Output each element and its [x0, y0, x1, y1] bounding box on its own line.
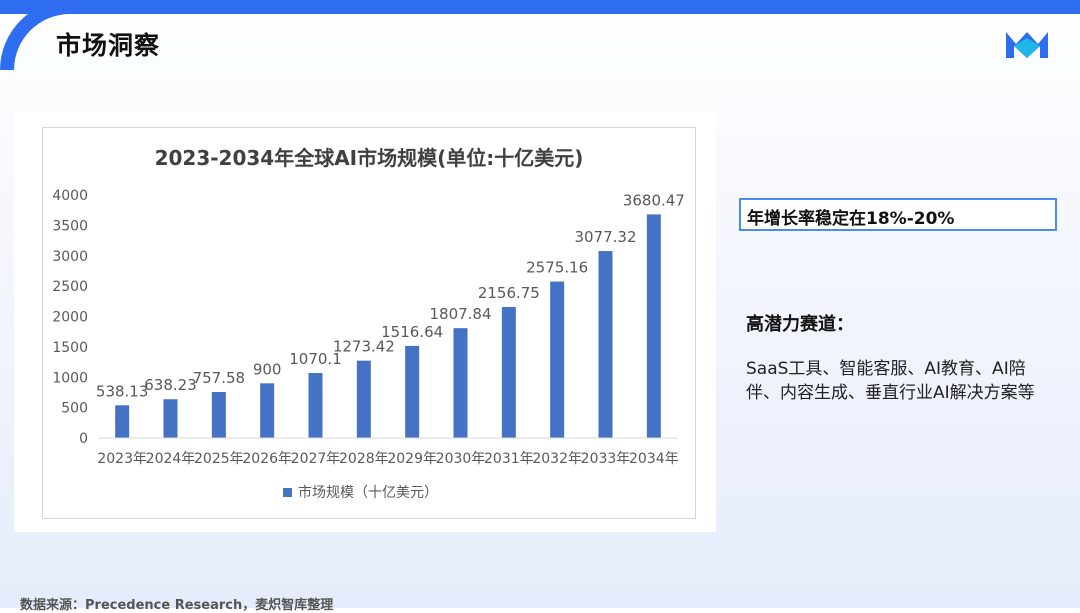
bar	[501, 306, 516, 438]
x-tick-label: 2030年	[436, 451, 486, 467]
bar	[646, 214, 661, 438]
x-tick-label: 2033年	[581, 451, 631, 467]
y-tick-label: 0	[79, 431, 88, 447]
growth-rate-highlight: 年增长率稳定在18%-20%	[739, 198, 1057, 231]
bar	[453, 328, 468, 438]
y-tick-label: 1000	[52, 370, 88, 386]
x-tick-label: 2023年	[97, 451, 147, 467]
y-tick-label: 2000	[52, 310, 88, 326]
bar-value-label: 3680.47	[623, 191, 685, 209]
bar-value-label: 757.58	[193, 369, 246, 387]
bar	[163, 399, 178, 438]
bar-value-label: 2575.16	[526, 259, 588, 277]
brand-logo-icon	[1006, 32, 1048, 58]
x-tick-label: 2027年	[291, 451, 341, 467]
x-tick-label: 2024年	[146, 451, 196, 467]
page-title: 市场洞察	[56, 31, 161, 60]
y-tick-label: 1500	[52, 340, 88, 356]
bar-value-label: 3077.32	[574, 228, 636, 246]
market-size-chart: 2023-2034年全球AI市场规模(单位:十亿美元) 0 500 1000 1500…	[52, 146, 685, 501]
x-tick-label: 2028年	[339, 451, 389, 467]
x-tick-label: 2031年	[484, 451, 534, 467]
bar	[356, 360, 371, 438]
x-tick-label: 2029年	[387, 451, 437, 467]
x-axis: 2023年2024年2025年2026年2027年2028年2029年2030年…	[97, 437, 679, 467]
top-accent-bar	[0, 0, 1080, 14]
bars-group: 538.13638.23757.58 9001070.11273.421516.6…	[96, 191, 685, 438]
chart-title: 2023-2034年全球AI市场规模(单位:十亿美元)	[155, 146, 584, 170]
legend-swatch	[283, 488, 292, 497]
y-tick-label: 3000	[52, 249, 88, 265]
bar	[550, 281, 565, 438]
bar	[598, 251, 613, 438]
bar-value-label: 1516.64	[381, 323, 443, 341]
y-tick-label: 3500	[52, 218, 88, 234]
y-tick-label: 4000	[52, 188, 88, 204]
x-tick-label: 2025年	[194, 451, 244, 467]
y-axis: 0 500 1000 1500 2000 2500 3000 3500 4000	[52, 188, 88, 447]
bar-value-label: 2156.75	[478, 284, 540, 302]
bar-value-label: 900	[253, 360, 282, 378]
bar-value-label: 538.13	[96, 382, 149, 400]
bar	[260, 383, 275, 438]
bar	[115, 405, 130, 438]
legend-label: 市场规模（十亿美元）	[298, 484, 438, 501]
high-potential-heading: 高潜力赛道：	[746, 314, 854, 335]
bar	[405, 345, 420, 438]
y-tick-label: 2500	[52, 279, 88, 295]
bar	[211, 391, 226, 438]
bar-value-label: 638.23	[144, 376, 197, 394]
x-tick-label: 2032年	[532, 451, 582, 467]
x-tick-label: 2026年	[242, 451, 292, 467]
bar-value-label: 1807.84	[429, 305, 491, 323]
chart-legend: 市场规模（十亿美元）	[283, 484, 438, 501]
bar	[308, 372, 323, 438]
x-tick-label: 2034年	[629, 451, 679, 467]
y-tick-label: 500	[61, 401, 88, 417]
data-source-note: 数据来源：Precedence Research，麦炽智库整理	[20, 598, 334, 613]
high-potential-tracks: SaaS工具、智能客服、AI教育、AI陪伴、内容生成、垂直行业AI解决方案等	[746, 359, 1035, 403]
